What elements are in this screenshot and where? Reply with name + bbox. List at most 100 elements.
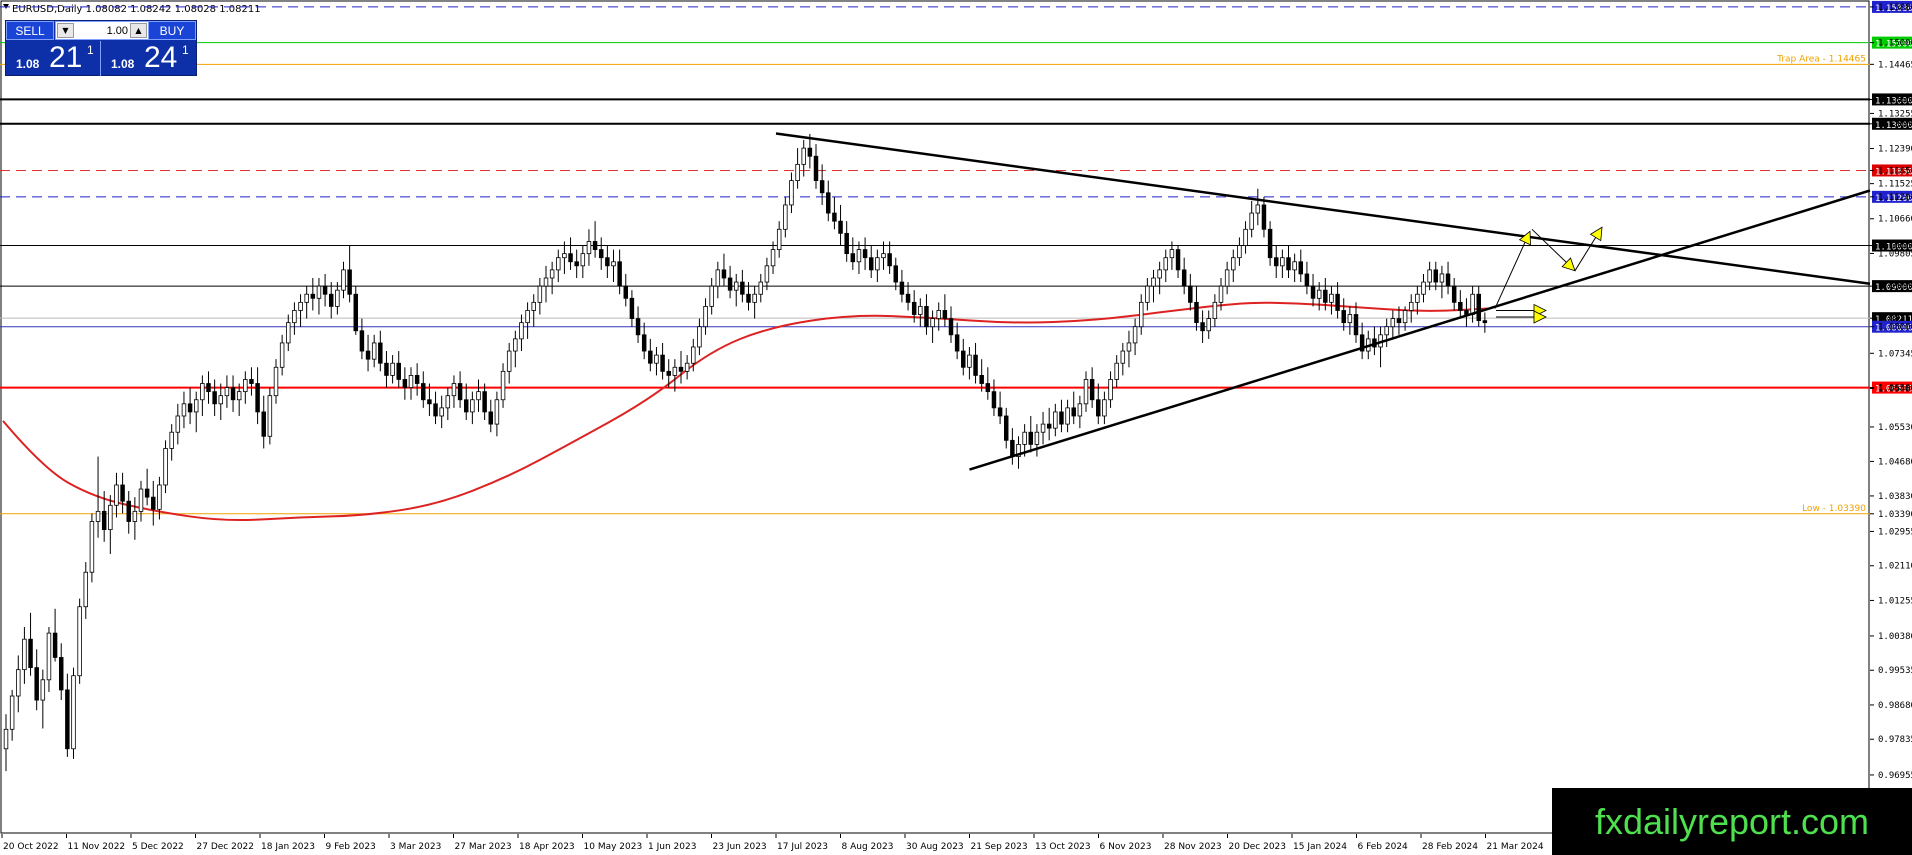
y-tick-label-6: 1.12390 [1878,145,1912,155]
candle-body-54 [335,289,340,307]
candle-body-209 [1286,257,1291,271]
candle-body-46 [286,322,291,344]
candle-body-22 [138,488,144,512]
candle-body-18 [114,484,119,506]
candle-body-91 [562,253,567,259]
candle-body-132 [813,155,819,181]
candle-body-240 [1476,293,1481,322]
candle-body-78 [482,391,487,413]
candle-body-184 [1132,326,1138,344]
candle-body-25 [157,484,162,510]
candle-body-123 [758,281,764,295]
candle-body-118 [727,277,733,291]
y-tick-label-12: 1.09805 [1878,249,1912,259]
x-tick-label-23: 21 Mar 2024 [1487,842,1544,852]
candle-body-234 [1439,273,1445,283]
candle-body-99 [611,261,616,267]
x-tick-label-4: 18 Jan 2023 [261,842,315,852]
candle-body-26 [163,448,168,486]
candle-body-15 [95,510,101,522]
candle-body-71 [439,407,444,417]
sell-button[interactable]: SELL [6,21,54,40]
candle-body-143 [881,253,886,259]
candle-body-53 [328,293,334,307]
candle-body-167 [1028,431,1034,445]
y-tick-label-9: 1.11200 [1878,193,1912,203]
candle-body-6 [40,679,46,701]
candle-body-159 [979,375,984,384]
candle-body-199 [1224,269,1230,287]
candle-body-127 [783,204,788,230]
candle-body-179 [1102,399,1107,417]
candle-body-192 [1181,269,1187,287]
candle-body-17 [108,504,113,531]
candle-body-155 [954,334,960,352]
candle-body-220 [1353,314,1359,336]
chart-header-text: EURUSD,Daily 1.08082 1.08242 1.08028 1.0… [12,4,261,15]
candle-body-100 [617,261,622,287]
x-tick-label-6: 3 Mar 2023 [390,842,441,852]
candle-body-43 [267,395,273,437]
lot-size-box: ▼ ▲ [55,21,149,40]
projection-arrow-resume-head [1589,226,1603,242]
y-tick-label-22: 1.03390 [1878,510,1912,520]
candle-body-50 [310,293,316,299]
buy-button[interactable]: BUY [148,21,196,40]
y-tick-label-8: 1.11525 [1878,180,1912,190]
candle-body-31 [193,399,199,413]
x-tick-label-8: 18 Apr 2023 [519,842,575,852]
candle-body-226 [1390,318,1396,328]
candle-body-200 [1231,257,1236,271]
candle-body-30 [187,403,193,413]
candle-body-201 [1237,245,1242,259]
x-tick-label-20: 15 Jan 2024 [1293,842,1347,852]
candle-body-5 [34,667,39,701]
lot-decrease-icon[interactable]: ▼ [57,23,74,38]
y-tick-label-23: 1.02955 [1878,527,1912,537]
candle-body-92 [568,253,573,263]
candle-body-76 [470,399,475,413]
candle-body-112 [691,346,696,364]
lot-increase-icon[interactable]: ▲ [130,23,147,38]
sell-price-pips: 21 [49,41,83,74]
candle-body-110 [678,366,684,372]
candle-body-133 [819,180,825,194]
candle-body-236 [1451,285,1457,303]
y-tick-label-30: 0.96955 [1878,771,1912,781]
price-chart[interactable]: EURUSD,Daily 1.08082 1.08242 1.08028 1.0… [0,0,1912,855]
candle-body-102 [629,297,635,319]
x-tick-label-7: 27 Mar 2023 [455,842,512,852]
level-annotation-1: Low - 1.03390 [1802,504,1866,514]
candle-body-144 [887,253,892,267]
candle-body-7 [46,632,52,681]
candle-body-13 [83,571,89,608]
sell-price-prefix: 1.08 [16,57,40,71]
candle-body-59 [365,350,371,360]
candle-body-195 [1200,322,1205,332]
candle-body-149 [918,306,923,315]
candle-body-196 [1206,318,1211,332]
x-tick-label-10: 1 Jun 2023 [648,842,696,852]
candle-body-8 [52,632,58,658]
x-tick-label-1: 11 Nov 2022 [68,842,126,852]
candle-body-210 [1292,261,1297,271]
candle-body-52 [322,285,328,295]
candle-body-121 [746,293,751,303]
candle-body-219 [1347,314,1353,324]
buy-price[interactable]: 1.08 24 1 [100,41,196,76]
candle-body-58 [359,330,365,352]
x-tick-label-13: 8 Aug 2023 [842,842,894,852]
candle-body-176 [1083,379,1089,405]
candle-body-169 [1040,423,1046,433]
candle-body-189 [1163,257,1169,271]
candle-body-66 [408,375,414,388]
candle-body-95 [586,241,592,255]
y-tick-label-4: 1.13255 [1878,109,1912,119]
sell-price[interactable]: 1.08 21 1 [6,41,101,76]
lot-size-input[interactable] [76,23,130,38]
candle-body-69 [427,399,432,405]
candle-body-48 [298,301,303,311]
candle-body-81 [500,370,506,401]
candle-body-42 [261,411,266,437]
candle-body-170 [1046,423,1052,429]
